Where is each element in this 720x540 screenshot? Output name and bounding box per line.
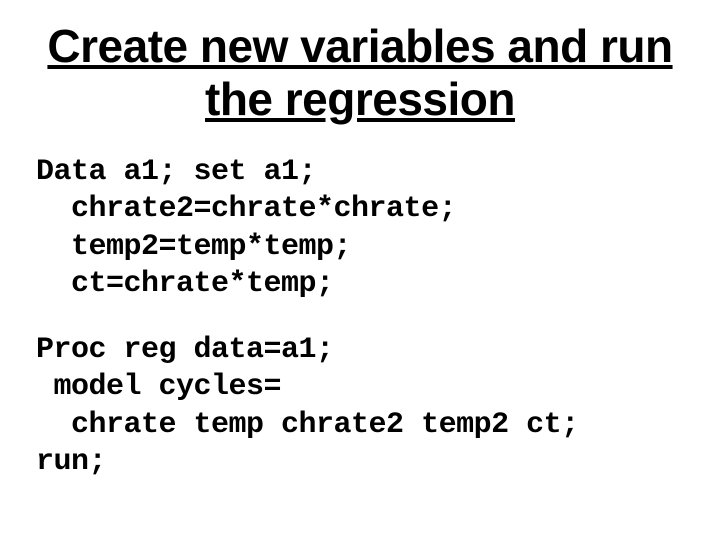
code-line: chrate temp chrate2 temp2 ct; xyxy=(36,408,579,442)
spacer xyxy=(36,304,684,332)
code-block-data-step: Data a1; set a1; chrate2=chrate*chrate; … xyxy=(36,154,684,304)
code-line: run; xyxy=(36,445,106,479)
code-line: model cycles= xyxy=(36,370,281,404)
slide-title: Create new variables and run the regress… xyxy=(36,20,684,126)
code-line: temp2=temp*temp; xyxy=(36,230,351,264)
code-line: ct=chrate*temp; xyxy=(36,267,334,301)
code-line: Data a1; set a1; xyxy=(36,155,316,189)
code-line: Proc reg data=a1; xyxy=(36,333,334,367)
code-line: chrate2=chrate*chrate; xyxy=(36,192,456,226)
code-block-proc-reg: Proc reg data=a1; model cycles= chrate t… xyxy=(36,332,684,482)
